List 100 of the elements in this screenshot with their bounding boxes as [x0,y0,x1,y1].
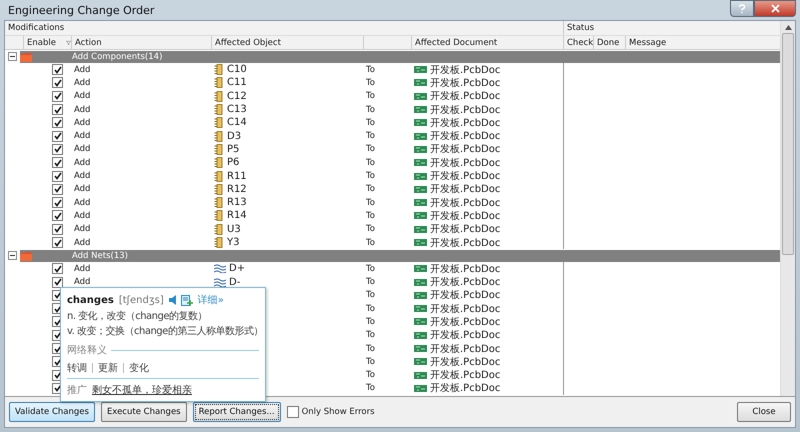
action-text: Add [74,118,90,128]
document-name: 开发板.PcbDoc [430,262,500,276]
action-text: Add [74,238,90,248]
chip-icon [214,144,224,155]
pcb-icon [414,184,427,194]
column-header[interactable]: Check [563,36,593,49]
term-link[interactable]: 更新 [98,361,118,375]
filter-icon [66,40,71,46]
only-errors-checkbox[interactable] [286,406,299,418]
group-row[interactable]: Add Nets(13) [20,250,780,262]
action-text: Add [74,64,90,75]
object-name: C14 [227,117,247,128]
enable-checkbox[interactable] [52,90,63,102]
column-header[interactable]: Affected Object [211,36,363,49]
close-button[interactable] [754,0,796,17]
column-header[interactable]: Enable [23,36,71,49]
enable-checkbox[interactable] [52,263,63,274]
enable-checkbox[interactable] [52,276,63,288]
scrollbar-thumb[interactable] [782,33,794,255]
collapse-icon[interactable] [8,251,17,260]
document-name: 开发板.PcbDoc [430,210,500,223]
object-name: R12 [227,184,247,195]
chip-icon [214,130,224,142]
action-text: Add [74,224,90,234]
scroll-up-icon[interactable] [784,25,792,30]
direction-text: To [366,78,375,88]
pcb-icon [414,304,427,314]
window-title: Engineering Change Order [7,4,154,16]
enable-checkbox[interactable] [52,237,63,248]
document-name: 开发板.PcbDoc [430,302,500,316]
object-name: D+ [229,263,246,274]
enable-checkbox[interactable] [52,64,63,76]
action-text: Add [74,158,90,168]
help-button[interactable] [730,0,754,17]
enable-checkbox[interactable] [52,224,63,235]
help-icon [738,4,746,14]
chip-icon [214,77,224,88]
direction-text: To [366,158,375,168]
action-text: Add [74,91,90,102]
enable-checkbox[interactable] [52,184,63,195]
close-icon [770,4,780,13]
enable-checkbox[interactable] [52,170,63,182]
document-name: 开发板.PcbDoc [430,104,500,117]
action-text: Add [74,198,90,208]
pcb-icon [414,317,427,326]
close-dialog-button[interactable]: Close [737,402,791,422]
document-name: 开发板.PcbDoc [430,368,500,382]
term-link[interactable]: 变化 [129,361,149,375]
direction-text: To [366,144,375,154]
direction-text: To [366,304,375,314]
speaker-icon[interactable] [168,295,176,305]
enable-checkbox[interactable] [52,197,63,208]
direction-text: To [366,370,375,380]
promo-link[interactable]: 剩女不孤单，珍爱相亲 [92,383,192,397]
scrollbar[interactable] [780,21,795,396]
chip-icon [214,157,224,168]
notebook-add-icon[interactable] [180,294,193,306]
definition-text: v. 改变；交换（change的第三人称单数形式） [67,324,263,338]
direction-text: To [366,198,375,208]
pcb-icon [414,92,427,101]
checkbox-label: Only Show Errors [302,407,375,417]
direction-text: To [366,104,375,115]
action-text: Add [74,78,90,88]
document-name: 开发板.PcbDoc [430,342,500,356]
direction-text: To [366,356,375,367]
action-button[interactable]: Validate Changes [9,402,95,422]
chip-icon [214,224,224,235]
direction-text: To [366,171,375,182]
action-text: Add [74,277,90,288]
group-row[interactable]: Add Components(14) [20,50,780,62]
column-header[interactable]: Affected Document [411,36,563,49]
action-button[interactable]: Report Changes... [192,402,281,422]
details-link[interactable]: 详细» [198,293,224,307]
column-header[interactable]: Action [71,36,211,49]
collapse-icon[interactable] [8,52,17,61]
enable-checkbox[interactable] [52,144,63,155]
column-header[interactable]: Done [593,36,625,49]
chip-icon [214,90,224,102]
enable-checkbox[interactable] [52,77,63,88]
pcb-icon [414,132,427,141]
direction-text: To [366,290,375,300]
action-text: Add [74,171,90,182]
chip-icon [214,104,224,116]
document-name: 开发板.PcbDoc [430,196,500,210]
document-name: 开发板.PcbDoc [430,116,500,130]
term-link[interactable]: 转调 [67,361,87,375]
enable-checkbox[interactable] [52,130,63,142]
enable-checkbox[interactable] [52,157,63,168]
enable-checkbox[interactable] [52,117,63,128]
direction-text: To [366,383,375,394]
enable-checkbox[interactable] [52,104,63,116]
document-name: 开发板.PcbDoc [430,76,500,90]
object-name: U3 [227,224,241,235]
phonetic-text: [tʃendʒs] [118,294,164,306]
object-name: R13 [227,197,247,208]
pcb-icon [414,224,427,234]
enable-checkbox[interactable] [52,210,63,222]
action-button[interactable]: Execute Changes [100,402,187,422]
document-name: 开发板.PcbDoc [430,382,500,396]
direction-text: To [366,210,375,221]
